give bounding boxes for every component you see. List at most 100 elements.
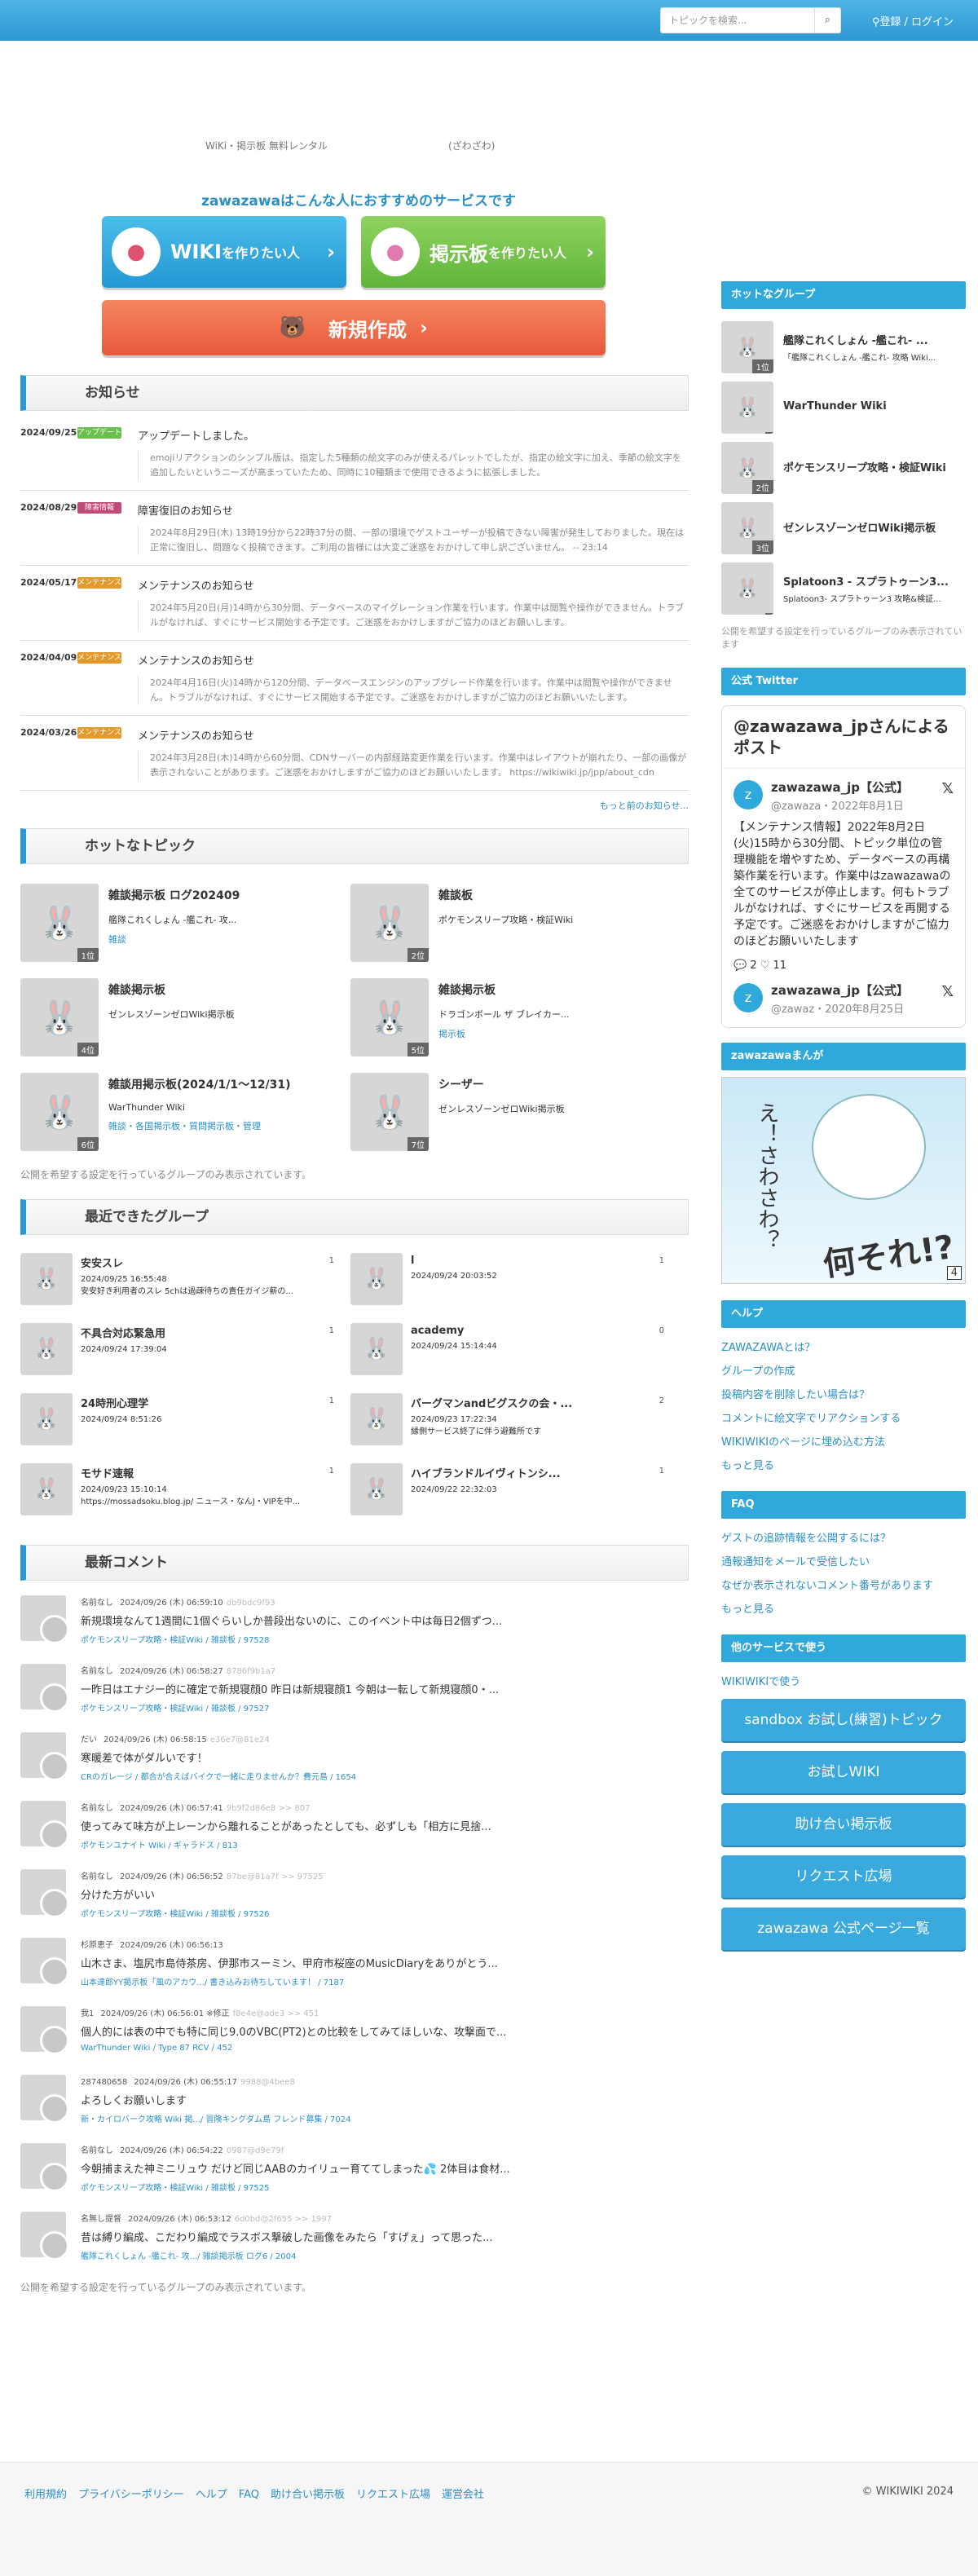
news-item[interactable]: 2024/09/25 アップデート アップデートしました。 emojiリアクションのシ… <box>20 427 689 491</box>
comment-item[interactable]: 名前なし 2024/09/26 (木) 06:59:10 db9bdc9f93 新規環… <box>20 1595 689 1664</box>
help-link[interactable]: コメントに絵文字でリアクションする <box>721 1407 966 1431</box>
help-link[interactable]: 投稿内容を削除したい場合は？ <box>721 1383 966 1407</box>
reply-icon[interactable]: 💬 <box>734 959 750 972</box>
footer-link[interactable]: 運営会社 <box>442 2489 484 2501</box>
news-item[interactable]: 2024/05/17 メンテナンス メンテナンスのお知らせ 2024年5月20日(月)… <box>20 577 689 641</box>
faq-link[interactable]: なぜか表示されないコメント番号があります <box>721 1574 966 1598</box>
topic-card[interactable]: 🐰 6位 雑談用掲示板(2024/1/1～12/31) WarThunder Wiki… <box>20 1073 350 1167</box>
faq-link[interactable]: もっと見る <box>721 1598 966 1621</box>
news-item[interactable]: 2024/08/29 障害情報 障害復旧のお知らせ 2024年8月29日(木) 13時… <box>20 502 689 566</box>
hot-group-item[interactable]: 🐰 Splatoon3 - スプラトゥーン3... Splatoon3- スプラトゥ… <box>721 558 966 619</box>
group-card[interactable]: 🐰 24時刑心理学 2024/09/24 8:51:26 1 <box>20 1393 350 1463</box>
topic-card[interactable]: 🐰 7位 シーザー ゼンレスゾーンゼロWiki掲示板 <box>350 1073 681 1167</box>
service-button[interactable]: sandbox お試し(練習)トピック <box>721 1699 966 1741</box>
service-button[interactable]: 助け合い掲示板 <box>721 1803 966 1846</box>
login-link[interactable]: ⚲登録 / ログイン <box>872 13 954 29</box>
group-title[interactable]: 24時刑心理学 <box>81 1395 325 1410</box>
footer-link[interactable]: リクエスト広場 <box>356 2489 430 2501</box>
help-link[interactable]: ZAWAZAWAとは？ <box>721 1336 966 1360</box>
topic-tag[interactable]: 雑談 <box>108 934 126 945</box>
heart-icon[interactable]: ♡ <box>757 959 773 972</box>
hot-group-item[interactable]: 🐰 1位 艦隊これくしょん -艦これ- ... 「艦隊これくしょん -艦これ- 攻略 … <box>721 317 966 377</box>
news-more-link[interactable]: もっと前のお知らせ... <box>20 799 689 812</box>
help-link[interactable]: もっと見る <box>721 1454 966 1478</box>
topic-card[interactable]: 🐰 4位 雑談掲示板 ゼンレスゾーンゼロWiki掲示板 <box>20 978 350 1073</box>
comment-source[interactable]: ポケモンスリープ攻略・検証Wiki / 雑談板 / 97525 <box>81 2181 586 2193</box>
group-card[interactable]: 🐰 バーグマンandビグスクの会・... 2024/09/23 17:22:34 縁側… <box>350 1393 681 1463</box>
manga-image[interactable]: え！さわさわ？ 何それ!? 4 <box>721 1077 966 1284</box>
footer-link[interactable]: 利用規約 <box>24 2489 67 2501</box>
topic-card[interactable]: 🐰 2位 雑談板 ポケモンスリープ攻略・検証Wiki <box>350 884 681 978</box>
news-item[interactable]: 2024/04/09 メンテナンス メンテナンスのお知らせ 2024年4月16日(火)… <box>20 652 689 716</box>
comment-item[interactable]: 287480658 2024/09/26 (木) 06:55:17 9988@4be… <box>20 2075 689 2143</box>
group-card[interactable]: 🐰 安安スレ 2024/09/25 16:55:48 安安好き利用者のスレ 5chは過… <box>20 1253 350 1323</box>
comment-item[interactable]: 名前なし 2024/09/26 (木) 06:58:27 8786f9b1a7 一昨日… <box>20 1664 689 1732</box>
search-input[interactable]: トピックを検索... <box>660 7 815 33</box>
topic-thumbnail[interactable]: 🐰 5位 <box>350 978 429 1056</box>
comment-text[interactable]: 昔は縛り編成、こだわり編成でラスボス撃破した画像をみたら「すげぇ」って思った..… <box>81 2229 586 2244</box>
comment-source[interactable]: 艦隊これくしょん -艦これ- 攻.../ 雑談掲示板 ログ6 / 2004 <box>81 2249 586 2261</box>
comment-item[interactable]: 名前なし 2024/09/26 (木) 06:57:41 9b9f2d86e8 >>… <box>20 1801 689 1869</box>
topic-card[interactable]: 🐰 1位 雑談掲示板 ログ202409 艦隊これくしょん -艦これ- 攻... 雑談 <box>20 884 350 978</box>
hot-group-title[interactable]: ゼンレスゾーンゼロWiki掲示板 <box>783 519 966 535</box>
topic-title[interactable]: 雑談用掲示板(2024/1/1～12/31) <box>108 1076 291 1092</box>
hot-group-title[interactable]: ポケモンスリープ攻略・検証Wiki <box>783 459 966 474</box>
group-card[interactable]: 🐰 不具合対応緊急用 2024/09/24 17:39:04 1 <box>20 1323 350 1393</box>
footer-link[interactable]: FAQ <box>239 2489 259 2501</box>
comment-text[interactable]: 分けた方がいい <box>81 1886 586 1902</box>
twitter-embed[interactable]: @zawazawa_jpさんによるポスト z 𝕏zawazawa_jp【公式】 @z… <box>721 705 966 1028</box>
topic-thumbnail[interactable]: 🐰 1位 <box>20 884 99 962</box>
footer-link[interactable]: 助け合い掲示板 <box>271 2489 345 2501</box>
group-title[interactable]: 安安スレ <box>81 1255 325 1270</box>
create-wiki-button[interactable]: ● WIKI を作りたい人 › <box>102 216 346 288</box>
group-title[interactable]: academy <box>411 1325 655 1337</box>
comment-source[interactable]: ポケモンスリープ攻略・検証Wiki / 雑談板 / 97527 <box>81 1701 586 1714</box>
topic-title[interactable]: 雑談掲示板 <box>108 981 235 998</box>
topic-tag[interactable]: 雑談・各国掲示板・質問掲示板・管理 <box>108 1121 261 1131</box>
comment-text[interactable]: 山木さま、塩尻市島侍茶房、伊那市スーミン、甲府市桜座のMusicDiaryをあり… <box>81 1955 586 1970</box>
topic-title[interactable]: 雑談掲示板 ログ202409 <box>108 887 240 903</box>
comment-item[interactable]: 杉原恵子 2024/09/26 (木) 06:56:13 山木さま、塩尻市島侍茶房、… <box>20 1938 689 2006</box>
comment-text[interactable]: よろしくお願いします <box>81 2092 586 2107</box>
comment-item[interactable]: 我1 2024/09/26 (木) 06:56:01 ※修正 f8e4e@ade3 … <box>20 2006 689 2075</box>
group-card[interactable]: 🐰 モサド速報 2024/09/23 15:10:14 https://mossads… <box>20 1463 350 1533</box>
search-button[interactable]: ⌕ <box>815 7 841 33</box>
group-card[interactable]: 🐰 academy 2024/09/24 15:14:44 0 <box>350 1323 681 1393</box>
hot-group-item[interactable]: 🐰 3位 ゼンレスゾーンゼロWiki掲示板 <box>721 498 966 558</box>
topic-thumbnail[interactable]: 🐰 4位 <box>20 978 99 1056</box>
service-button[interactable]: リクエスト広場 <box>721 1855 966 1898</box>
footer-link[interactable]: プライバシーポリシー <box>78 2489 184 2501</box>
hot-group-item[interactable]: 🐰 2位 ポケモンスリープ攻略・検証Wiki <box>721 438 966 498</box>
topic-thumbnail[interactable]: 🐰 6位 <box>20 1073 99 1151</box>
service-button[interactable]: zawazawa 公式ページ一覧 <box>721 1908 966 1950</box>
tweet[interactable]: z 𝕏zawazawa_jp【公式】 @zawaz・2020年8月25日 <box>722 972 965 1016</box>
news-title[interactable]: メンテナンスのお知らせ <box>138 727 689 743</box>
topic-thumbnail[interactable]: 🐰 2位 <box>350 884 429 962</box>
footer-link[interactable]: ヘルプ <box>196 2489 227 2501</box>
comment-item[interactable]: 名前なし 2024/09/26 (木) 06:56:52 87be@81a7f >>… <box>20 1869 689 1938</box>
news-title[interactable]: メンテナンスのお知らせ <box>138 577 689 593</box>
group-title[interactable]: 不具合対応緊急用 <box>81 1325 325 1340</box>
comment-source[interactable]: ポケモンスリープ攻略・検証Wiki / 雑談板 / 97528 <box>81 1633 586 1645</box>
comment-source[interactable]: 新・カイロバーク攻略 Wiki 掲.../ 冒険キングダム島 フレンド募集 / … <box>81 2112 586 2124</box>
create-bbs-button[interactable]: ● 掲示板 を作りたい人 › <box>361 216 606 288</box>
news-item[interactable]: 2024/03/26 メンテナンス メンテナンスのお知らせ 2024年3月28日(木)… <box>20 727 689 791</box>
help-link[interactable]: グループの作成 <box>721 1360 966 1383</box>
wikiwiki-link[interactable]: WIKIWIKIで使う <box>721 1670 966 1694</box>
comment-text[interactable]: 使ってみて味方が上レーンから離れることがあったとしても、必ずしも「相方に見捨..… <box>81 1818 586 1833</box>
topic-thumbnail[interactable]: 🐰 7位 <box>350 1073 429 1151</box>
topic-title[interactable]: シーザー <box>438 1076 565 1092</box>
group-card[interactable]: 🐰 ハイブランドルイヴィトンシ... 2024/09/22 22:32:03 1 <box>350 1463 681 1533</box>
topic-tag[interactable]: 掲示板 <box>438 1029 465 1039</box>
tweet[interactable]: z 𝕏zawazawa_jp【公式】 @zawaza・2022年8月1日 【メンテナン… <box>722 769 965 972</box>
comment-text[interactable]: 個人的には表の中でも特に同じ9.0のVBC(PT2)との比較をしてみてほしいな、… <box>81 2023 586 2039</box>
new-create-button[interactable]: 🐻 新規作成 › <box>102 300 606 355</box>
hot-group-item[interactable]: 🐰 WarThunder Wiki <box>721 377 966 438</box>
group-title[interactable]: バーグマンandビグスクの会・... <box>411 1395 655 1410</box>
group-title[interactable]: l <box>411 1255 655 1267</box>
comment-source[interactable]: ポケモンユナイト Wiki / ギャラドス / 813 <box>81 1838 586 1850</box>
group-title[interactable]: モサド速報 <box>81 1465 325 1480</box>
hot-group-title[interactable]: 艦隊これくしょん -艦これ- ... <box>783 332 966 347</box>
comment-source[interactable]: ポケモンスリープ攻略・検証Wiki / 雑談板 / 97526 <box>81 1907 586 1919</box>
topic-title[interactable]: 雑談板 <box>438 887 573 903</box>
